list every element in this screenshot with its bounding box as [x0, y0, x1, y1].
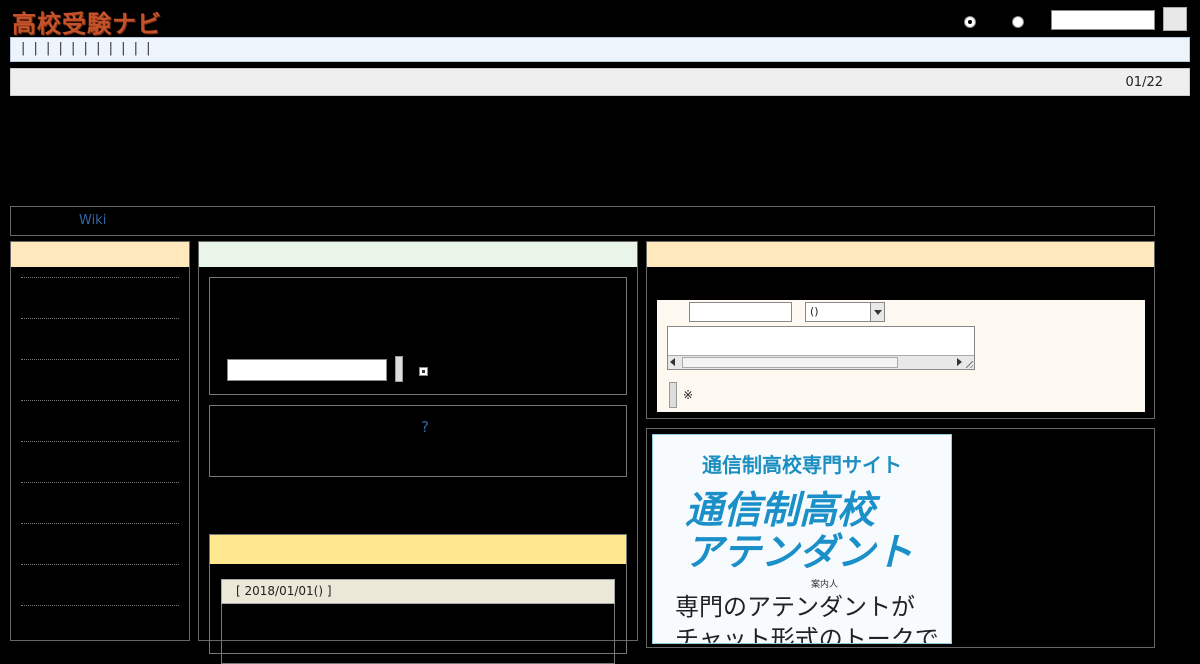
search-scope-radio-1[interactable] — [964, 16, 976, 28]
center-column-header — [199, 242, 637, 267]
post-form: () ※ — [657, 300, 1145, 412]
ad-banner[interactable]: 通信制高校専門サイト 通信制高校 アテンダント 案内人 専門のアテンダントが チ… — [652, 434, 952, 644]
right-column: () ※ — [646, 241, 1155, 419]
center-search-checkbox[interactable] — [419, 367, 428, 376]
center-search-box — [209, 277, 627, 395]
date-bar: 01/22 — [10, 68, 1190, 96]
sidebar-divider — [21, 523, 179, 524]
center-column: ? [ 2018/01/01() ] — [198, 241, 638, 664]
sidebar-divider — [21, 441, 179, 442]
chevron-down-icon[interactable] — [870, 303, 884, 321]
ad-body-line-2: チャット形式のトークで — [675, 625, 939, 644]
search-scope-radio-2[interactable] — [1012, 16, 1024, 28]
left-sidebar — [10, 241, 190, 641]
ad-frame: 通信制高校専門サイト 通信制高校 アテンダント 案内人 専門のアテンダントが チ… — [646, 428, 1155, 648]
ad-title-line-2: アテンダント — [685, 530, 914, 574]
scroll-left-icon[interactable] — [670, 358, 675, 366]
sidebar-divider — [21, 482, 179, 483]
sidebar-divider — [21, 318, 179, 319]
center-search-input[interactable] — [227, 359, 387, 381]
resize-grip-icon[interactable] — [966, 361, 973, 368]
sidebar-divider — [21, 605, 179, 606]
current-date: 01/22 — [1125, 75, 1163, 90]
category-select[interactable]: () — [805, 302, 885, 322]
site-logo[interactable]: 高校受験ナビ — [12, 4, 162, 39]
ad-subtitle: 通信制高校専門サイト — [702, 453, 902, 477]
submit-button[interactable] — [669, 382, 677, 408]
sidebar-divider — [21, 564, 179, 565]
right-column-header — [647, 242, 1154, 267]
center-search-button[interactable] — [395, 356, 403, 382]
center-info-box: ? — [209, 405, 627, 477]
help-link[interactable]: ? — [421, 418, 429, 436]
sidebar-divider — [21, 400, 179, 401]
form-note: ※ — [683, 388, 694, 402]
wiki-link[interactable]: Wiki — [79, 213, 106, 228]
name-input[interactable] — [689, 302, 792, 322]
post-date-header: [ 2018/01/01() ] — [221, 579, 615, 604]
category-select-value: () — [810, 305, 819, 318]
comment-textarea[interactable] — [667, 326, 975, 370]
news-box-header — [210, 535, 626, 564]
wiki-bar: Wiki — [10, 206, 1155, 236]
left-sidebar-header — [11, 242, 189, 267]
post-body — [221, 604, 615, 664]
search-input[interactable] — [1051, 10, 1155, 30]
scroll-right-icon[interactable] — [957, 358, 962, 366]
global-nav[interactable]: | | | | | | | | | | | — [10, 37, 1190, 62]
sidebar-divider — [21, 359, 179, 360]
search-button[interactable] — [1163, 7, 1187, 31]
news-box: [ 2018/01/01() ] — [209, 534, 627, 664]
ad-body-line-1: 専門のアテンダントが — [675, 593, 915, 621]
sidebar-divider — [21, 277, 179, 278]
scroll-thumb[interactable] — [682, 357, 898, 368]
textarea-scrollbar[interactable] — [668, 355, 974, 369]
